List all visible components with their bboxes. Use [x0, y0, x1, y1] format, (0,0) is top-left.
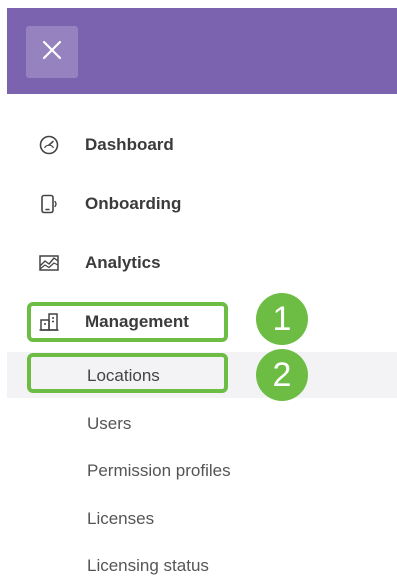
step-badge-1: 1: [256, 293, 308, 345]
nav-item-analytics[interactable]: Analytics: [26, 243, 397, 283]
nav-item-onboarding[interactable]: Onboarding: [26, 184, 397, 224]
highlight-box-locations: [27, 353, 228, 393]
highlight-box-management: [27, 302, 228, 342]
close-icon: [41, 39, 63, 66]
device-signal-icon: [38, 193, 60, 215]
subnav-item-licenses[interactable]: Licenses: [87, 509, 154, 529]
nav-label: Analytics: [85, 253, 161, 272]
speedometer-icon: [38, 134, 60, 156]
chart-area-icon: [38, 252, 60, 274]
page: Dashboard Onboarding Analytics Managemen…: [0, 0, 397, 577]
close-menu-button[interactable]: [26, 26, 78, 78]
nav-item-dashboard[interactable]: Dashboard: [26, 125, 397, 165]
subnav-item-licensing-status[interactable]: Licensing status: [87, 556, 209, 576]
subnav-item-users[interactable]: Users: [87, 414, 131, 434]
subnav-item-permission-profiles[interactable]: Permission profiles: [87, 461, 231, 481]
step-badge-2: 2: [256, 349, 308, 401]
nav-label: Onboarding: [85, 194, 182, 213]
nav-label: Dashboard: [85, 135, 174, 154]
menu-header: [7, 8, 397, 94]
